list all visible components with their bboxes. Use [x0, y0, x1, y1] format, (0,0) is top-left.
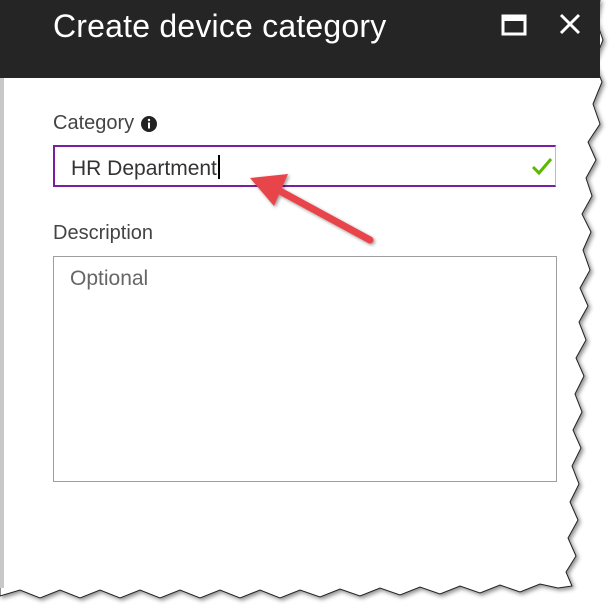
maximize-icon: [501, 14, 527, 36]
text-caret: [217, 155, 220, 179]
maximize-button[interactable]: [500, 12, 528, 38]
category-input-value: HR Department: [71, 157, 217, 180]
description-placeholder: Optional: [70, 267, 149, 290]
info-icon[interactable]: [140, 115, 158, 133]
dialog-title: Create device category: [53, 8, 387, 44]
category-label-row: Category: [53, 112, 158, 135]
close-button[interactable]: [556, 10, 584, 38]
description-textarea[interactable]: Optional: [53, 256, 557, 482]
blade-header: Create device category: [0, 0, 600, 78]
category-label: Category: [53, 112, 135, 134]
create-device-category-blade: Create device category Category HR Depar…: [0, 0, 616, 615]
checkmark-icon: [531, 158, 553, 176]
blade-left-border: [0, 78, 4, 588]
close-icon: [559, 13, 581, 35]
arrow-annotation: [250, 174, 374, 244]
description-label: Description: [53, 222, 154, 244]
